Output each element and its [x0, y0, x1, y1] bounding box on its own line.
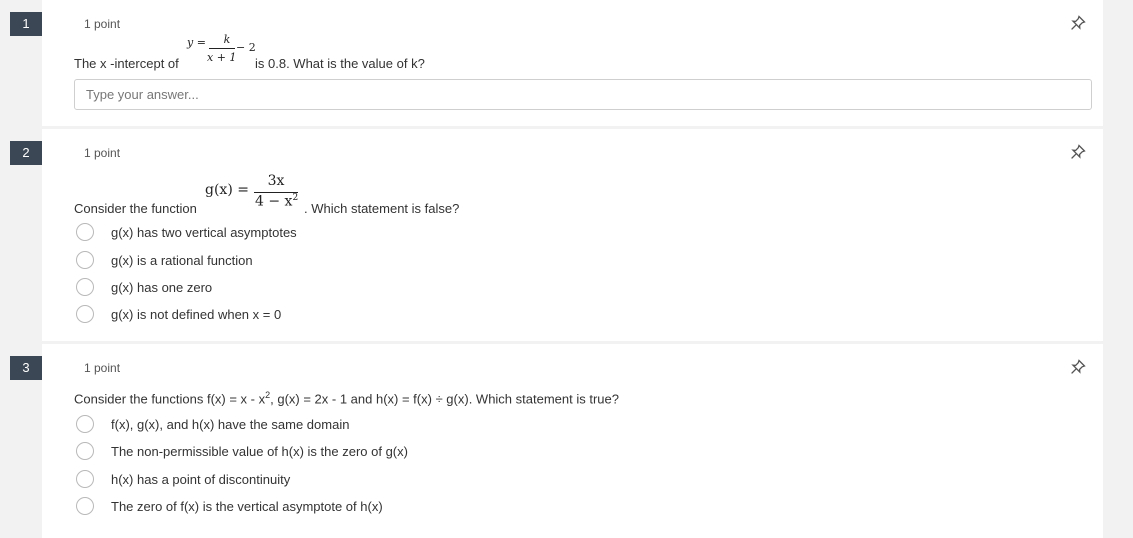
option-1[interactable]: f(x), g(x), and h(x) have the same domai…: [74, 414, 674, 436]
question-points: 1 point: [84, 17, 121, 31]
formula-exponent: 2: [292, 193, 299, 203]
stem-prefix: Consider the function: [74, 201, 197, 216]
question-card-3: 3 1 point Consider the functions f(x) = …: [10, 344, 1103, 538]
option-2[interactable]: The non-permissible value of h(x) is the…: [74, 441, 674, 463]
question-number: 2: [10, 141, 42, 165]
formula-denominator: x + 1: [207, 51, 237, 64]
pin-icon[interactable]: [1069, 358, 1087, 376]
option-label: g(x) has two vertical asymptotes: [111, 225, 297, 240]
formula-denominator: 4 − x2: [255, 193, 298, 210]
question-points: 1 point: [84, 361, 121, 375]
question-stem: The x -intercept of: [74, 56, 179, 71]
radio-button[interactable]: [76, 305, 94, 323]
radio-button[interactable]: [76, 251, 94, 269]
fraction-bar: [209, 48, 235, 49]
question-number: 3: [10, 356, 42, 380]
option-label: f(x), g(x), and h(x) have the same domai…: [111, 417, 350, 432]
option-label: h(x) has a point of discontinuity: [111, 472, 291, 487]
stem-prefix: The x -intercept of: [74, 56, 179, 71]
question-card-1: 1 1 point The x -intercept of y = k x + …: [10, 0, 1103, 126]
radio-button[interactable]: [76, 415, 94, 433]
radio-button[interactable]: [76, 470, 94, 488]
stem-part-a: Consider the functions f(x) = x - x: [74, 391, 266, 407]
stem-part-b: , g(x) = 2x - 1 and h(x) = f(x) ÷ g(x). …: [270, 391, 619, 407]
question-stem: Consider the functions f(x) = x - x2, g(…: [74, 390, 619, 406]
option-label: g(x) is not defined when x = 0: [111, 307, 282, 322]
option-1[interactable]: g(x) has two vertical asymptotes: [74, 222, 674, 244]
formula-lhs: y =: [187, 36, 206, 49]
pin-icon[interactable]: [1069, 14, 1087, 32]
option-3[interactable]: h(x) has a point of discontinuity: [74, 469, 674, 491]
option-label: g(x) has one zero: [111, 280, 213, 295]
question-card-2: 2 1 point Consider the function g(x) = 3…: [10, 129, 1103, 341]
question-points: 1 point: [84, 146, 121, 160]
option-label: The zero of f(x) is the vertical asympto…: [111, 499, 383, 514]
answer-input[interactable]: [74, 79, 1092, 110]
radio-button[interactable]: [76, 278, 94, 296]
option-4[interactable]: g(x) is not defined when x = 0: [74, 304, 674, 326]
formula-tail: − 2: [236, 41, 256, 54]
option-4[interactable]: The zero of f(x) is the vertical asympto…: [74, 496, 674, 518]
formula-numerator: 3x: [267, 173, 285, 189]
stem-suffix: . Which statement is false?: [304, 201, 460, 216]
radio-button[interactable]: [76, 497, 94, 515]
radio-button[interactable]: [76, 442, 94, 460]
formula-lhs: g(x) =: [205, 182, 249, 198]
formula-denominator-base: 4 − x: [255, 193, 293, 210]
stem-suffix: is 0.8. What is the value of k?: [255, 56, 425, 71]
question-number: 1: [10, 12, 42, 36]
option-2[interactable]: g(x) is a rational function: [74, 250, 674, 272]
pin-icon[interactable]: [1069, 143, 1087, 161]
radio-button[interactable]: [76, 223, 94, 241]
option-3[interactable]: g(x) has one zero: [74, 277, 674, 299]
option-label: The non-permissible value of h(x) is the…: [111, 444, 408, 459]
option-label: g(x) is a rational function: [111, 253, 253, 268]
